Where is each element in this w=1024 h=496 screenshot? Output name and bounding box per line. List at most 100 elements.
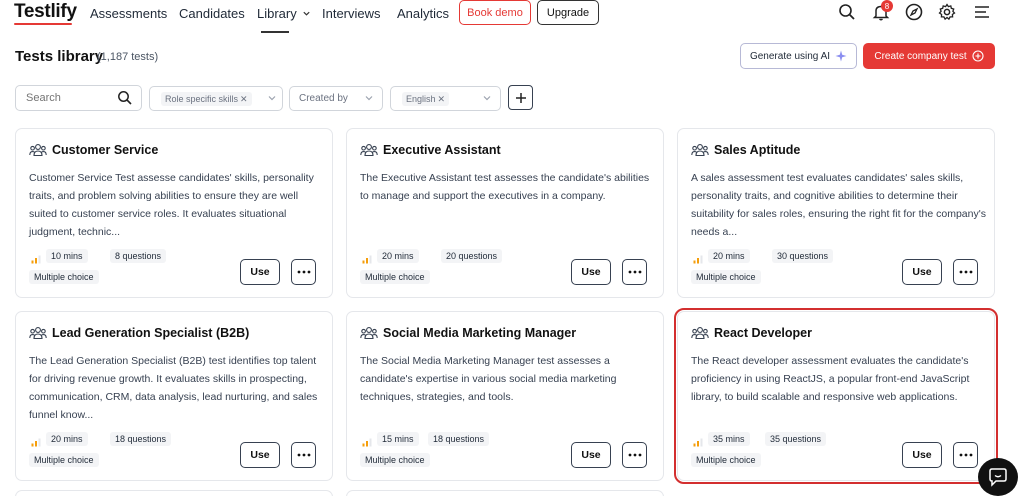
menu-icon[interactable] [972, 2, 992, 22]
card-description: Customer Service Test assesse candidates… [29, 172, 314, 238]
card-description: The Executive Assistant test assesses th… [360, 172, 650, 202]
more-icon [959, 270, 972, 274]
questions-chip: 18 questions [110, 432, 172, 446]
search-input[interactable] [26, 92, 112, 104]
use-button[interactable]: Use [240, 259, 280, 285]
nav-library[interactable]: Library [257, 6, 311, 21]
questions-chip: 18 questions [428, 432, 490, 446]
card-description: The Lead Generation Specialist (B2B) tes… [29, 355, 318, 421]
use-button[interactable]: Use [571, 259, 611, 285]
search-icon[interactable] [837, 2, 857, 22]
book-demo-button[interactable]: Book demo [459, 0, 531, 25]
team-icon [360, 144, 378, 157]
search-icon[interactable] [117, 90, 133, 106]
skill-chip-label: Role specific skills [165, 94, 239, 104]
test-card: Sales Aptitude A sales assessment test e… [677, 128, 995, 298]
created-by-label: Created by [299, 93, 348, 104]
generate-ai-label: Generate using AI [749, 50, 831, 62]
plus-circle-icon [972, 50, 984, 62]
duration-chip: 20 mins [708, 249, 750, 263]
nav-assessments[interactable]: Assessments [90, 6, 167, 21]
test-card-partial [346, 490, 664, 496]
team-icon [691, 327, 709, 340]
team-icon [29, 327, 47, 340]
remove-chip-icon[interactable]: ✕ [438, 94, 446, 105]
language-chip: English ✕ [402, 92, 450, 106]
team-icon [29, 144, 47, 157]
more-icon [959, 453, 972, 457]
card-title[interactable]: Sales Aptitude [714, 143, 800, 157]
language-dropdown[interactable]: English ✕ [390, 86, 501, 111]
use-button[interactable]: Use [902, 259, 942, 285]
tests-count: (1,187 tests) [97, 51, 159, 63]
chevron-down-icon [483, 96, 491, 101]
more-options-button[interactable] [953, 442, 978, 468]
add-filter-button[interactable] [508, 85, 533, 110]
chat-icon [989, 468, 1007, 487]
test-card: Executive Assistant The Executive Assist… [346, 128, 664, 298]
questions-chip: 30 questions [772, 249, 834, 263]
card-title[interactable]: React Developer [714, 326, 812, 340]
difficulty-bars-icon [31, 255, 41, 264]
duration-chip: 15 mins [377, 432, 419, 446]
upgrade-button[interactable]: Upgrade [537, 0, 599, 25]
question-type-chip: Multiple choice [29, 270, 99, 284]
card-description: A sales assessment test evaluates candid… [691, 172, 986, 238]
question-type-chip: Multiple choice [691, 453, 761, 467]
duration-chip: 20 mins [46, 432, 88, 446]
test-card-partial [15, 490, 333, 496]
test-card: Social Media Marketing Manager The Socia… [346, 311, 664, 481]
use-button[interactable]: Use [902, 442, 942, 468]
questions-chip: 35 questions [765, 432, 827, 446]
nav-library-label: Library [257, 6, 297, 21]
card-description: The Social Media Marketing Manager test … [360, 355, 617, 403]
logo-underline [14, 23, 72, 25]
more-options-button[interactable] [291, 442, 316, 468]
nav-interviews[interactable]: Interviews [322, 6, 381, 21]
notification-badge: 8 [881, 0, 893, 12]
duration-chip: 10 mins [46, 249, 88, 263]
skill-filter-dropdown[interactable]: Role specific skills ✕ [149, 86, 283, 111]
difficulty-bars-icon [693, 438, 703, 447]
question-type-chip: Multiple choice [691, 270, 761, 284]
logo[interactable]: Testlify [14, 1, 77, 23]
generate-ai-button[interactable]: Generate using AI [740, 43, 857, 69]
card-title[interactable]: Executive Assistant [383, 143, 501, 157]
card-title[interactable]: Social Media Marketing Manager [383, 326, 576, 340]
question-type-chip: Multiple choice [360, 270, 430, 284]
chevron-down-icon [268, 96, 276, 101]
card-title[interactable]: Customer Service [52, 143, 158, 157]
compass-icon[interactable] [904, 2, 924, 22]
top-nav: Testlify Assessments Candidates Library … [0, 0, 1024, 33]
nav-active-indicator [261, 31, 289, 33]
use-button[interactable]: Use [240, 442, 280, 468]
more-options-button[interactable] [622, 259, 647, 285]
page-title: Tests library [15, 48, 104, 65]
card-title[interactable]: Lead Generation Specialist (B2B) [52, 326, 249, 340]
gear-icon[interactable] [937, 2, 957, 22]
more-options-button[interactable] [953, 259, 978, 285]
more-icon [628, 453, 641, 457]
use-button[interactable]: Use [571, 442, 611, 468]
more-options-button[interactable] [291, 259, 316, 285]
skill-chip: Role specific skills ✕ [161, 92, 252, 106]
nav-candidates[interactable]: Candidates [179, 6, 245, 21]
more-options-button[interactable] [622, 442, 647, 468]
chevron-down-icon [303, 11, 310, 16]
chat-widget-button[interactable] [978, 458, 1018, 496]
sparkle-icon [835, 50, 847, 62]
nav-analytics[interactable]: Analytics [397, 6, 449, 21]
team-icon [691, 144, 709, 157]
create-company-test-button[interactable]: Create company test [863, 43, 995, 69]
created-by-dropdown[interactable]: Created by [289, 86, 383, 111]
search-box[interactable] [15, 85, 142, 111]
difficulty-bars-icon [693, 255, 703, 264]
more-icon [297, 453, 310, 457]
card-description: The React developer assessment evaluates… [691, 355, 970, 403]
test-card: Customer Service Customer Service Test a… [15, 128, 333, 298]
difficulty-bars-icon [362, 438, 372, 447]
questions-chip: 8 questions [110, 249, 167, 263]
difficulty-bars-icon [31, 438, 41, 447]
duration-chip: 20 mins [377, 249, 419, 263]
remove-chip-icon[interactable]: ✕ [240, 94, 248, 105]
